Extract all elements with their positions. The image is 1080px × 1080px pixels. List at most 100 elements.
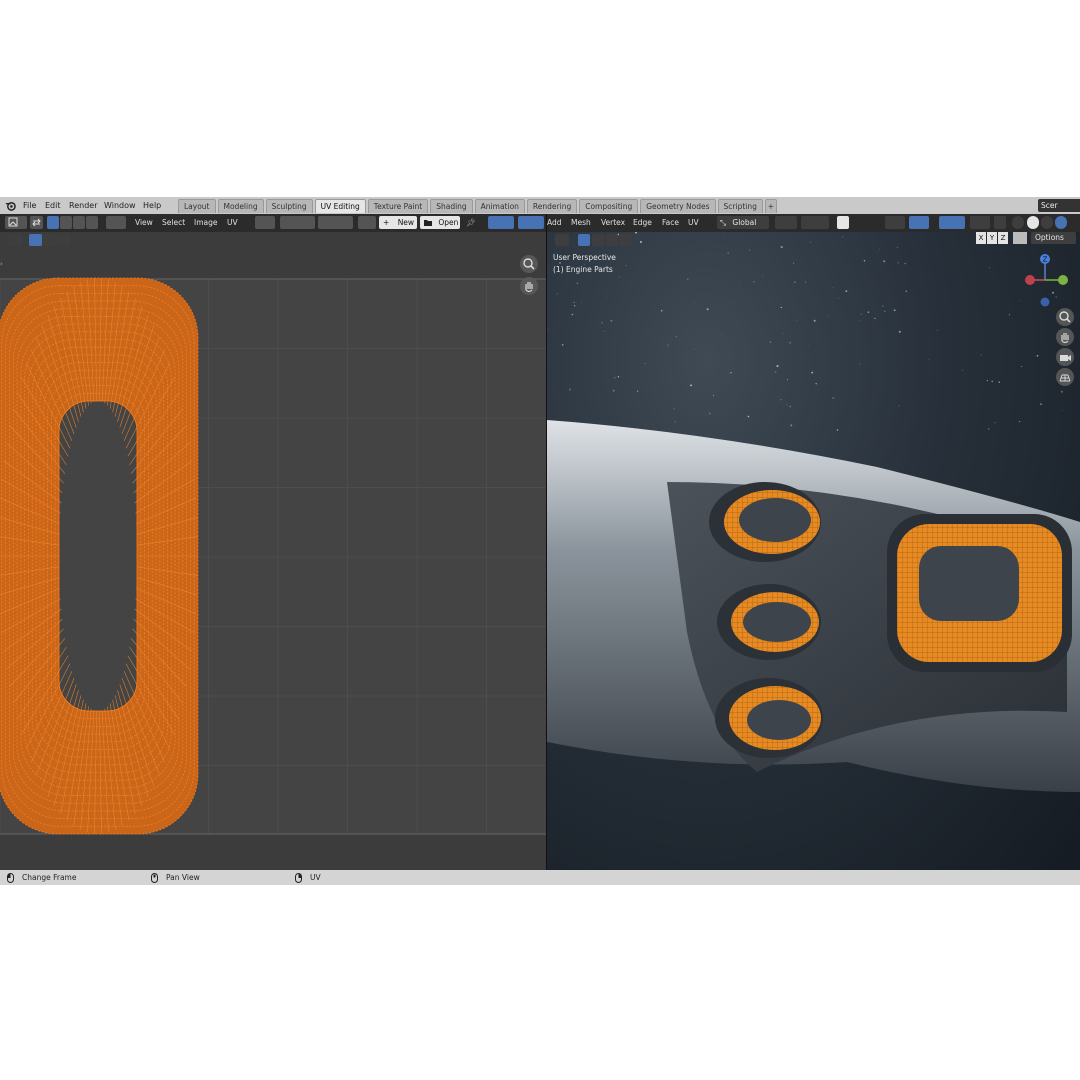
menu-window[interactable]: Window — [104, 197, 136, 214]
rendered-shading-button[interactable] — [1055, 216, 1067, 229]
gizmo-x-axis[interactable] — [1025, 275, 1035, 285]
face-select-mode-button[interactable] — [73, 216, 85, 229]
tab-layout[interactable]: Layout — [178, 199, 216, 213]
blender-window: File Edit Render Window Help Layout Mode… — [0, 197, 1080, 885]
blender-logo-icon[interactable] — [5, 200, 16, 211]
uv-menu-select[interactable]: Select — [162, 216, 185, 229]
transform-pivot-dropdown[interactable] — [775, 216, 797, 229]
viewport-select-mode-extend[interactable] — [592, 234, 604, 246]
mesh-edit-overlays-dropdown[interactable] — [970, 216, 990, 229]
tab-scripting[interactable]: Scripting — [717, 199, 763, 213]
island-select-mode-button[interactable] — [86, 216, 98, 229]
new-image-button[interactable]: + New — [379, 216, 417, 229]
solid-shading-button[interactable] — [1027, 216, 1039, 229]
uv-menu-image[interactable]: Image — [194, 216, 218, 229]
wireframe-shading-button[interactable] — [1012, 216, 1024, 229]
viewport-pan-icon[interactable] — [1056, 328, 1074, 346]
tool-settings-toggle[interactable] — [8, 234, 22, 246]
uv-editor-canvas[interactable]: › — [0, 232, 546, 870]
sticky-selection-dropdown[interactable] — [106, 216, 126, 229]
tab-geometry-nodes[interactable]: Geometry Nodes — [640, 199, 716, 213]
mirror-x-toggle[interactable]: X — [976, 232, 986, 244]
camera-view-icon[interactable] — [1056, 348, 1074, 366]
sync-arrows-icon — [32, 218, 41, 227]
mirror-y-toggle[interactable]: Y — [987, 232, 997, 244]
edge-select-mode-button[interactable] — [60, 216, 72, 229]
zoom-icon[interactable] — [520, 255, 538, 273]
viewport-scene — [547, 232, 1080, 792]
editor-type-dropdown[interactable] — [5, 216, 27, 229]
left-region-arrow-icon[interactable]: › — [0, 260, 4, 268]
sync-selection-toggle[interactable] — [30, 216, 43, 229]
scene-selector[interactable]: Scer — [1038, 199, 1080, 212]
add-workspace-button[interactable]: + — [764, 199, 777, 213]
tab-uv-editing[interactable]: UV Editing — [314, 199, 366, 213]
proportional-editing-toggle[interactable] — [318, 216, 353, 229]
uv-overlay-toggle[interactable] — [518, 216, 544, 229]
3d-viewport[interactable]: User Perspective (1) Engine Parts X Y Z … — [547, 232, 1080, 870]
menu-help[interactable]: Help — [143, 197, 161, 214]
snapping-toggle[interactable] — [280, 216, 315, 229]
snap-toggle[interactable] — [801, 216, 829, 229]
hand-glyph — [525, 282, 533, 293]
navigation-gizmo[interactable]: Z — [1023, 252, 1073, 310]
tab-rendering[interactable]: Rendering — [526, 199, 578, 213]
viewport-select-mode-set[interactable] — [578, 234, 590, 246]
small-nozzle-1 — [709, 482, 821, 562]
viewport-hand-glyph — [1061, 333, 1069, 344]
tab-modeling[interactable]: Modeling — [217, 199, 264, 213]
tab-compositing[interactable]: Compositing — [579, 199, 639, 213]
viewport-select-mode-subtract[interactable] — [606, 234, 618, 246]
pin-icon[interactable]: 📌︎ — [466, 216, 476, 229]
gizmo-negative-z-axis[interactable] — [1040, 297, 1050, 307]
open-image-button[interactable]: Open — [420, 216, 460, 229]
viewport-select-mode-invert[interactable] — [620, 234, 632, 246]
auto-merge-toggle[interactable] — [1013, 232, 1027, 244]
status-pan-view: Pan View — [166, 873, 200, 882]
uv-menu-view[interactable]: View — [135, 216, 153, 229]
viewport-gizmo-toggle[interactable] — [909, 216, 929, 229]
viewport-menu-mesh[interactable]: Mesh — [571, 216, 591, 229]
xray-toggle[interactable] — [994, 216, 1006, 229]
viewport-tool-settings-toggle[interactable] — [555, 234, 569, 246]
viewport-menu-vertex[interactable]: Vertex — [601, 216, 625, 229]
viewport-overlay-toggle[interactable] — [939, 216, 965, 229]
gizmo-y-axis[interactable] — [1058, 275, 1068, 285]
material-shading-button[interactable] — [1041, 216, 1053, 229]
top-bar: File Edit Render Window Help Layout Mode… — [0, 197, 1080, 214]
active-object-label: (1) Engine Parts — [553, 265, 613, 274]
select-box-mode-extend[interactable] — [43, 234, 56, 246]
uv-gizmo-toggle[interactable] — [488, 216, 514, 229]
viewport-menu-add[interactable]: Add — [547, 216, 562, 229]
uv-menu-uv[interactable]: UV — [227, 216, 238, 229]
visibility-dropdown[interactable] — [885, 216, 905, 229]
tab-animation[interactable]: Animation — [474, 199, 525, 213]
gizmo-z-label: Z — [1043, 256, 1048, 264]
transform-orientation-dropdown[interactable]: ⤡ Global — [717, 216, 769, 229]
select-box-mode-subtract[interactable] — [57, 234, 70, 246]
image-browse-dropdown[interactable] — [358, 216, 376, 229]
uv-editor-header: View Select Image UV + New Open 📌︎ — [0, 214, 546, 232]
mirror-z-toggle[interactable]: Z — [998, 232, 1008, 244]
viewport-menu-edge[interactable]: Edge — [633, 216, 652, 229]
tab-texture-paint[interactable]: Texture Paint — [367, 199, 429, 213]
perspective-toggle-icon[interactable] — [1056, 368, 1074, 386]
tab-shading[interactable]: Shading — [430, 199, 473, 213]
tab-sculpting[interactable]: Sculpting — [265, 199, 313, 213]
viewport-zoom-icon[interactable] — [1056, 308, 1074, 326]
select-box-mode-set[interactable] — [29, 234, 42, 246]
options-dropdown[interactable]: Options — [1031, 232, 1076, 244]
new-image-label: New — [397, 218, 415, 227]
viewport-menu-uv[interactable]: UV — [688, 216, 699, 229]
status-bar: Change Frame Pan View UV — [0, 870, 1080, 885]
starfield — [547, 232, 1064, 432]
pivot-point-dropdown[interactable] — [255, 216, 275, 229]
vertex-select-mode-button[interactable] — [47, 216, 59, 229]
image-editor-icon — [8, 217, 18, 227]
viewport-menu-face[interactable]: Face — [662, 216, 679, 229]
menu-file[interactable]: File — [23, 197, 36, 214]
menu-render[interactable]: Render — [69, 197, 97, 214]
pan-hand-icon[interactable] — [520, 277, 538, 295]
proportional-edit-toggle[interactable] — [837, 216, 849, 229]
menu-edit[interactable]: Edit — [45, 197, 61, 214]
